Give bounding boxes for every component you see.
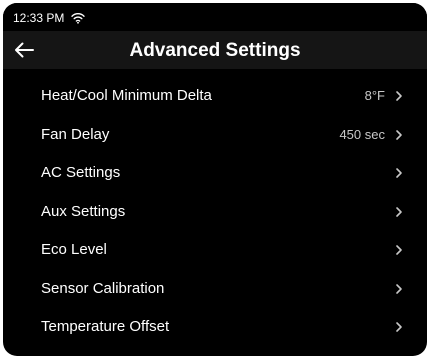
settings-list: Heat/Cool Minimum Delta 8°F Fan Delay 45… xyxy=(3,77,427,347)
setting-row-ac-settings[interactable]: AC Settings xyxy=(3,154,427,193)
setting-row-heat-cool-minimum-delta[interactable]: Heat/Cool Minimum Delta 8°F xyxy=(3,77,427,116)
setting-row-aux-settings[interactable]: Aux Settings xyxy=(3,193,427,232)
status-time: 12:33 PM xyxy=(13,11,65,25)
thermostat-screen: 12:33 PM Advanced Settings Heat/Cool Min… xyxy=(3,3,427,356)
setting-label: AC Settings xyxy=(41,164,121,182)
setting-label: Fan Delay xyxy=(41,125,110,143)
chevron-right-icon xyxy=(396,91,402,102)
setting-value: 8°F xyxy=(364,88,385,104)
setting-row-sensor-calibration[interactable]: Sensor Calibration xyxy=(3,270,427,309)
setting-label: Sensor Calibration xyxy=(41,279,165,297)
wifi-icon xyxy=(71,11,85,24)
header: Advanced Settings xyxy=(3,31,427,69)
chevron-right-icon xyxy=(396,245,402,256)
setting-label: Temperature Offset xyxy=(41,318,170,336)
status-bar: 12:33 PM xyxy=(3,3,427,31)
chevron-right-icon xyxy=(396,168,402,179)
setting-label: Eco Level xyxy=(41,241,107,259)
chevron-right-icon xyxy=(396,283,402,294)
setting-value: 450 sec xyxy=(339,126,385,142)
setting-row-temperature-offset[interactable]: Temperature Offset xyxy=(3,308,427,347)
setting-row-eco-level[interactable]: Eco Level xyxy=(3,231,427,270)
setting-label: Heat/Cool Minimum Delta xyxy=(41,87,212,105)
chevron-right-icon xyxy=(396,129,402,140)
setting-label: Aux Settings xyxy=(41,202,126,220)
chevron-right-icon xyxy=(396,322,402,333)
setting-row-fan-delay[interactable]: Fan Delay 450 sec xyxy=(3,116,427,155)
chevron-right-icon xyxy=(396,206,402,217)
page-title: Advanced Settings xyxy=(129,40,301,61)
